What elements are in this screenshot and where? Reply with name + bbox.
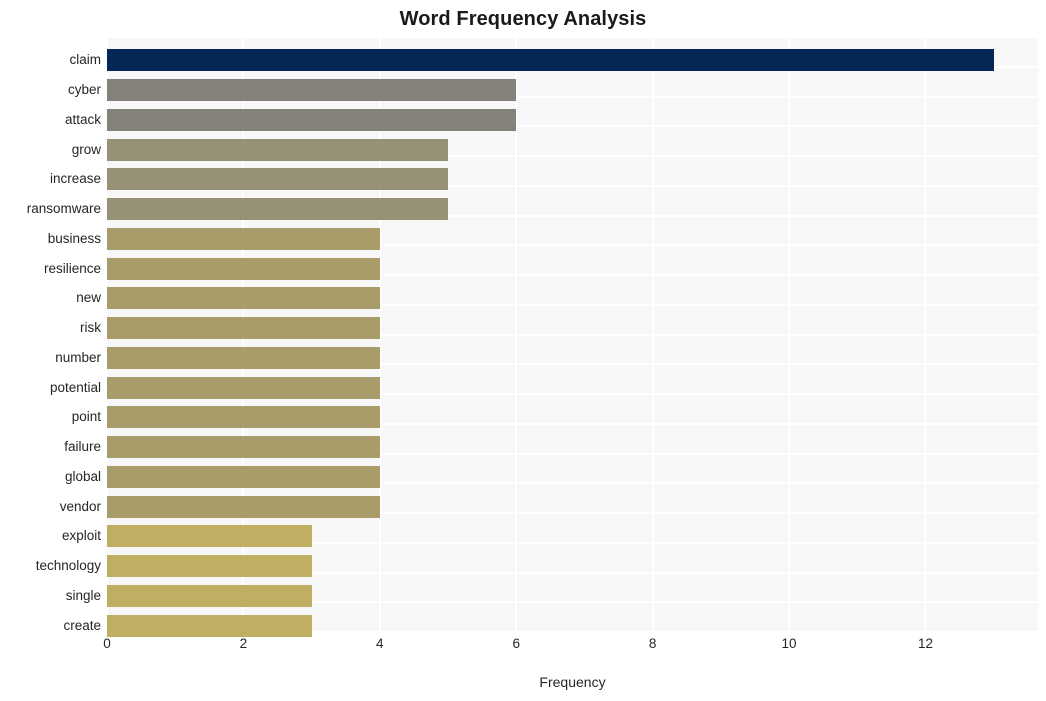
y-axis-tick-label: potential	[49, 379, 101, 395]
bar	[107, 287, 380, 310]
bar	[107, 465, 380, 488]
bar	[107, 168, 449, 191]
bar	[107, 227, 380, 250]
bar	[107, 376, 380, 399]
bar	[107, 555, 312, 578]
y-axis-tick-label: attack	[64, 111, 101, 127]
word-frequency-chart: Word Frequency Analysis claim cyber attack…	[0, 0, 1046, 701]
x-axis-tick-label: 0	[103, 636, 111, 651]
y-axis-tick-label: resilience	[43, 260, 101, 276]
x-axis-tick-label: 2	[239, 636, 248, 651]
bar	[107, 436, 380, 459]
x-axis-tick-label: 8	[648, 636, 657, 651]
bar	[107, 317, 380, 340]
y-axis-tick-label: technology	[35, 558, 101, 574]
bar	[107, 525, 312, 548]
y-axis-tick-label: business	[47, 230, 101, 246]
y-axis-tick-label: create	[63, 617, 101, 633]
x-axis-tick-label: 10	[781, 636, 797, 651]
bar	[107, 406, 380, 429]
bar	[107, 346, 380, 369]
y-axis-tick-label: single	[65, 587, 101, 603]
bar	[107, 49, 994, 72]
bar	[107, 108, 517, 131]
bar	[107, 495, 380, 518]
bars-layer	[107, 37, 1038, 637]
plot-area	[106, 36, 1038, 637]
y-axis-tick-label: ransomware	[26, 201, 101, 217]
y-axis-tick-label: vendor	[59, 498, 101, 514]
bar	[107, 138, 449, 161]
y-axis-tick-label: cyber	[67, 82, 101, 98]
y-axis-tick-label: exploit	[61, 528, 101, 544]
x-axis-tick-labels: 0 2 4 6 8 10 12	[103, 632, 1038, 658]
y-axis-tick-label: increase	[49, 171, 101, 187]
chart-title: Word Frequency Analysis	[399, 8, 647, 30]
bar	[107, 257, 380, 280]
bar	[107, 79, 517, 102]
y-axis-tick-label: claim	[69, 52, 101, 68]
y-axis-tick-label: global	[64, 468, 101, 484]
y-axis-tick-label: point	[71, 409, 101, 425]
y-axis-tick-label: risk	[80, 320, 101, 336]
x-axis-tick-label: 12	[917, 636, 933, 651]
y-axis-tick-label: grow	[71, 141, 101, 157]
x-axis-tick-label: 6	[512, 636, 520, 651]
x-axis-tick-label: 4	[376, 636, 384, 651]
bar	[107, 584, 312, 607]
x-axis-title: Frequency	[539, 674, 606, 690]
y-axis-tick-label: new	[76, 290, 101, 306]
y-axis-tick-label: number	[55, 349, 101, 365]
y-axis-tick-label: failure	[64, 439, 101, 455]
y-axis-tick-labels: claim cyber attack grow increase ransomware bu…	[0, 37, 101, 632]
bar	[107, 198, 449, 221]
